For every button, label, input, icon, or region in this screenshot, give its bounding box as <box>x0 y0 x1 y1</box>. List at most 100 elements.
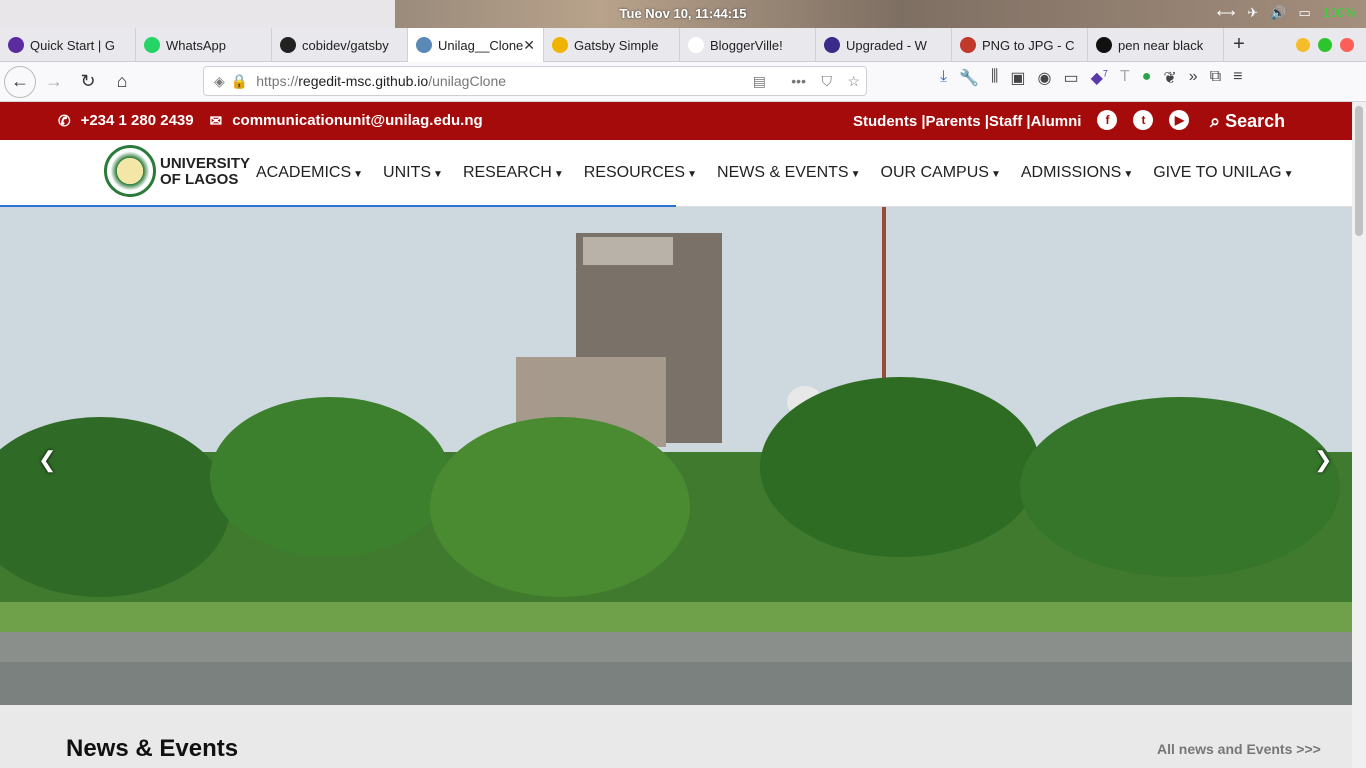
site-search-button[interactable]: ⌕ Search <box>1210 111 1285 132</box>
menu-item-label: NEWS & EVENTS <box>717 164 849 181</box>
tab-label: BloggerVille! <box>710 37 783 53</box>
site-main-nav: UNIVERSITY OF LAGOS ACADEMICS ▼ UNITS ▼ RESEA… <box>0 140 1352 207</box>
reader-view-icon[interactable]: ▤ <box>753 73 766 90</box>
b-plus-icon[interactable]: ● <box>1142 68 1152 88</box>
chevron-down-icon: ▼ <box>1283 169 1294 180</box>
contact-email[interactable]: communicationunit@unilag.edu.ng <box>232 112 482 130</box>
account-icon[interactable]: ◉ <box>1038 68 1052 88</box>
tab-2[interactable]: cobidev/gatsby <box>272 28 408 62</box>
tab-8[interactable]: pen near black <box>1088 28 1224 62</box>
logo-text-line2: OF LAGOS <box>160 171 239 188</box>
tab-7[interactable]: PNG to JPG - C <box>952 28 1088 62</box>
audience-links[interactable]: Students |Parents |Staff |Alumni <box>853 113 1081 130</box>
page-scrollbar[interactable] <box>1352 102 1366 768</box>
menu-item-3[interactable]: RESOURCES ▼ <box>584 164 697 182</box>
tab-label: Quick Start | G <box>30 37 116 53</box>
url-prefix: https:// <box>256 73 299 89</box>
home-button[interactable]: ⌂ <box>106 66 138 98</box>
tab-label: WhatsApp <box>166 37 226 53</box>
forward-button[interactable]: → <box>38 66 70 98</box>
favicon-blank-icon <box>688 37 704 53</box>
all-news-link[interactable]: All news and Events >>> <box>1157 741 1321 757</box>
bookmark-star-icon[interactable]: ☆ <box>847 73 860 90</box>
close-tab-icon[interactable]: ✕ <box>523 37 535 54</box>
menu-item-4[interactable]: NEWS & EVENTS ▼ <box>717 164 860 182</box>
bolt-icon <box>552 37 568 53</box>
campus-photo <box>0 207 1352 705</box>
window-controls <box>1296 38 1354 52</box>
new-tab-button[interactable]: + <box>1224 28 1254 61</box>
youtube-icon[interactable]: ▶ <box>1169 110 1190 130</box>
tab-4[interactable]: Gatsby Simple <box>544 28 680 62</box>
os-menubar: Tue Nov 10, 11:44:15 ⟷ ✈ 🔊 ▭ 100% <box>0 0 1366 28</box>
phone-icon: ✆ <box>58 113 71 130</box>
tab-6[interactable]: Upgraded - W <box>816 28 952 62</box>
download-icon[interactable]: ⤓ <box>940 68 947 88</box>
logo-text[interactable]: UNIVERSITY OF LAGOS <box>160 156 250 188</box>
browser-toolbar: ← → ↻ ⌂ ◈ 🔒 https://regedit-msc.github.i… <box>0 62 1366 102</box>
tab-5[interactable]: BloggerVille! <box>680 28 816 62</box>
whatsapp-icon <box>144 37 160 53</box>
menu-item-label: ACADEMICS <box>256 164 352 181</box>
news-heading: News & Events <box>66 735 239 762</box>
volume-icon[interactable]: 🔊 <box>1270 5 1286 21</box>
text-icon[interactable]: T <box>1120 68 1130 88</box>
menu-item-1[interactable]: UNITS ▼ <box>383 164 443 182</box>
url-host: regedit-msc.github.io <box>298 73 429 89</box>
library-icon[interactable]: ⫼ <box>991 68 998 88</box>
maximize-button[interactable] <box>1318 38 1332 52</box>
unilag-logo[interactable] <box>104 145 156 197</box>
chevron-down-icon: ▼ <box>353 169 364 180</box>
carousel-next-icon[interactable]: ❯ <box>1314 447 1332 473</box>
search-icon: ⌕ <box>1210 111 1221 131</box>
menu-item-0[interactable]: ACADEMICS ▼ <box>256 164 363 182</box>
pocket-icon[interactable]: ⛉ <box>822 73 833 90</box>
overflow-chevron-icon[interactable]: » <box>1189 68 1198 88</box>
menu-item-label: OUR CAMPUS <box>880 164 989 181</box>
address-bar[interactable]: ◈ 🔒 https://regedit-msc.github.io/unilag… <box>203 66 867 96</box>
reload-button[interactable]: ↻ <box>72 66 104 98</box>
tab-0[interactable]: Quick Start | G <box>0 28 136 62</box>
os-clock: Tue Nov 10, 11:44:15 <box>619 6 747 21</box>
battery-percent: 100% <box>1322 5 1356 20</box>
more-actions-icon[interactable]: ••• <box>791 73 806 89</box>
carousel-prev-icon[interactable]: ❮ <box>38 447 56 473</box>
menu-item-label: RESEARCH <box>462 164 552 181</box>
hero-carousel: ❮ ❯ <box>0 207 1352 705</box>
site-contact-bar: ✆ +234 1 280 2439 ✉ communicationunit@un… <box>0 102 1352 140</box>
menu-item-7[interactable]: GIVE TO UNILAG ▼ <box>1153 164 1293 182</box>
back-button[interactable]: ← <box>4 65 36 98</box>
minimize-button[interactable] <box>1296 38 1310 52</box>
hamburger-menu-icon[interactable]: ≡ <box>1233 68 1242 88</box>
tab-label: pen near black <box>1118 37 1204 53</box>
tab-3[interactable]: Unilag__Clone ✕ <box>408 28 544 62</box>
gnome-icon[interactable]: ❦ <box>1163 68 1176 88</box>
tab-1[interactable]: WhatsApp <box>136 28 272 62</box>
contact-phone[interactable]: +234 1 280 2439 <box>81 112 194 130</box>
twitter-icon[interactable]: t <box>1133 110 1154 130</box>
extension-badge-icon[interactable]: ◆7 <box>1091 68 1108 88</box>
chevron-down-icon: ▼ <box>1123 169 1134 180</box>
network-icon[interactable]: ⟷ <box>1217 5 1236 21</box>
scrollbar-thumb[interactable] <box>1355 106 1363 236</box>
extensions-icon[interactable]: ⧉ <box>1210 68 1221 88</box>
wrench-icon[interactable]: 🔧 <box>959 68 979 88</box>
menu-item-label: RESOURCES <box>583 164 686 181</box>
airplane-icon[interactable]: ✈ <box>1247 5 1258 21</box>
menu-item-6[interactable]: ADMISSIONS ▼ <box>1021 164 1133 182</box>
shield-icon[interactable]: ◈ <box>214 73 225 90</box>
menu-item-2[interactable]: RESEARCH ▼ <box>463 164 564 182</box>
screenshot-icon[interactable]: ▭ <box>1063 68 1078 88</box>
battery-icon[interactable]: ▭ <box>1298 5 1310 21</box>
close-window-button[interactable] <box>1340 38 1354 52</box>
sidebar-icon[interactable]: ▣ <box>1010 68 1025 88</box>
facebook-icon[interactable]: f <box>1097 110 1118 130</box>
menu-item-5[interactable]: OUR CAMPUS ▼ <box>881 164 1001 182</box>
extension-badge: 7 <box>1102 68 1108 79</box>
tab-label: cobidev/gatsby <box>302 37 389 53</box>
chevron-down-icon: ▼ <box>687 169 698 180</box>
menu-list: ACADEMICS ▼ UNITS ▼ RESEARCH ▼ RESOURCES ▼ NEWS … <box>256 164 1293 182</box>
chevron-down-icon: ▼ <box>850 169 861 180</box>
insecure-lock-icon[interactable]: 🔒 <box>231 73 248 90</box>
logo-text-line1: UNIVERSITY <box>160 155 251 172</box>
